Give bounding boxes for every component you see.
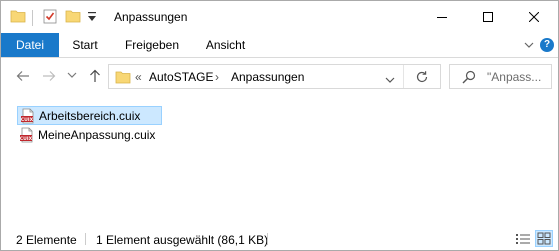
refresh-button[interactable] (415, 70, 429, 87)
breadcrumb-anpassungen[interactable]: Anpassungen (231, 70, 304, 84)
tiles-view-icon (537, 232, 551, 245)
new-folder-icon[interactable] (65, 8, 81, 24)
forward-arrow-icon (43, 71, 56, 81)
ribbon-tabs: Datei Start Freigeben Ansicht ? (1, 33, 558, 58)
recent-locations-button[interactable] (67, 71, 77, 79)
status-divider (267, 233, 268, 245)
file-list: CUIX Arbeitsbereich.cuix CUIX MeineAnpas… (1, 96, 558, 227)
search-input[interactable]: "Anpass... (487, 70, 541, 84)
back-arrow-icon (16, 71, 29, 81)
large-icons-view-button[interactable] (535, 230, 553, 247)
cuix-file-icon: CUIX (20, 108, 36, 124)
tab-start[interactable]: Start (60, 33, 110, 57)
status-bar: 2 Elemente 1 Element ausgewählt (86,1 KB… (1, 227, 558, 250)
title-bar: Anpassungen (1, 1, 558, 33)
help-icon[interactable]: ? (540, 38, 554, 52)
folder-icon (10, 8, 26, 24)
breadcrumb-overflow[interactable]: « (135, 70, 142, 84)
chevron-down-icon (67, 72, 77, 78)
svg-text:CUIX: CUIX (20, 135, 33, 141)
close-icon (529, 12, 539, 22)
cuix-file-icon: CUIX (19, 127, 35, 143)
folder-icon (115, 70, 131, 87)
up-button[interactable] (87, 68, 103, 84)
minimize-icon (437, 17, 447, 18)
tab-view[interactable]: Ansicht (194, 33, 257, 57)
search-icon (462, 70, 476, 87)
minimize-button[interactable] (419, 1, 465, 33)
address-bar[interactable]: « AutoSTAGE › Anpassungen (108, 64, 441, 89)
chevron-down-icon (385, 77, 395, 83)
window-title: Anpassungen (114, 10, 188, 24)
details-view-button[interactable] (515, 232, 531, 246)
expand-ribbon-icon[interactable] (524, 39, 534, 53)
maximize-button[interactable] (465, 1, 511, 33)
details-view-icon (516, 234, 530, 244)
up-arrow-icon (90, 69, 100, 82)
svg-text:CUIX: CUIX (21, 116, 34, 122)
maximize-icon (483, 12, 493, 22)
forward-button[interactable] (41, 68, 57, 84)
address-history-dropdown[interactable] (385, 73, 395, 87)
explorer-window: Anpassungen Datei Start Freigeben Ansich… (0, 0, 559, 251)
status-divider (85, 233, 86, 245)
quick-access-separator (32, 10, 33, 26)
navigation-bar: « AutoSTAGE › Anpassungen "Anpass... (1, 59, 558, 95)
breadcrumb-separator[interactable]: › (215, 70, 219, 84)
customize-quick-access-icon[interactable] (87, 11, 97, 23)
search-box[interactable]: "Anpass... (449, 64, 552, 89)
properties-icon[interactable] (42, 8, 58, 24)
item-count: 2 Elemente (16, 233, 77, 247)
file-name: Arbeitsbereich.cuix (39, 108, 141, 123)
back-button[interactable] (15, 68, 31, 84)
file-name: MeineAnpassung.cuix (38, 127, 156, 142)
selection-info: 1 Element ausgewählt (86,1 KB) (96, 233, 269, 247)
file-item-meineanpassung[interactable]: CUIX MeineAnpassung.cuix (17, 125, 162, 144)
file-item-arbeitsbereich[interactable]: CUIX Arbeitsbereich.cuix (17, 106, 162, 125)
close-button[interactable] (511, 1, 557, 33)
refresh-icon (416, 71, 428, 83)
tab-share[interactable]: Freigeben (115, 33, 189, 57)
breadcrumb-autostage[interactable]: AutoSTAGE (149, 70, 213, 84)
tab-file[interactable]: Datei (1, 33, 59, 57)
address-divider (403, 65, 404, 88)
